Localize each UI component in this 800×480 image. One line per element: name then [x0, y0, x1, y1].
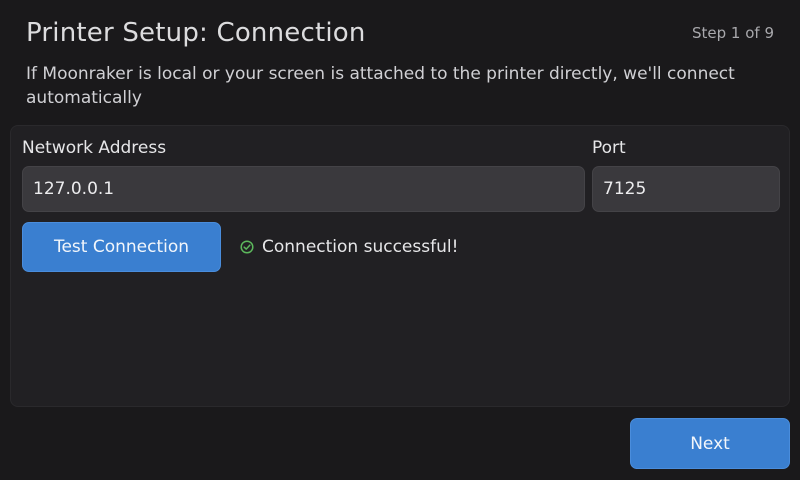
connection-status-text: Connection successful! [262, 237, 459, 257]
port-input[interactable] [592, 166, 780, 212]
check-circle-icon [240, 240, 254, 254]
page-title: Printer Setup: Connection [26, 18, 366, 48]
next-button[interactable]: Next [630, 418, 790, 469]
connection-panel: Network Address Port Test Connection Con… [10, 125, 790, 407]
test-connection-button[interactable]: Test Connection [22, 222, 221, 272]
port-label: Port [592, 138, 626, 158]
header: Printer Setup: Connection Step 1 of 9 [26, 16, 774, 50]
page-description: If Moonraker is local or your screen is … [26, 64, 735, 108]
connection-status: Connection successful! [240, 236, 458, 258]
step-indicator: Step 1 of 9 [691, 24, 774, 42]
network-address-label: Network Address [22, 138, 167, 158]
setup-screen: Printer Setup: Connection Step 1 of 9 If… [0, 0, 800, 480]
network-address-input[interactable] [22, 166, 585, 212]
